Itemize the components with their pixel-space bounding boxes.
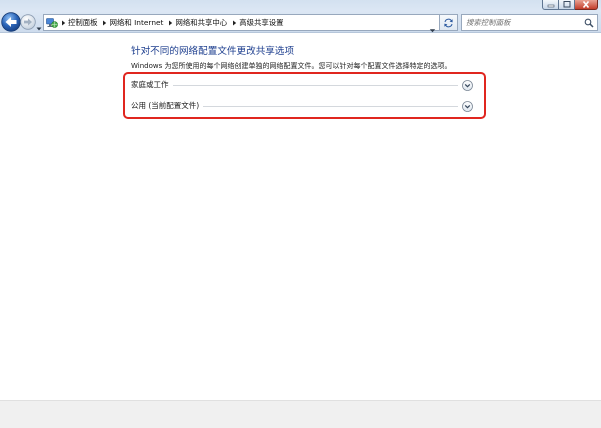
- profile-public[interactable]: 公用 (当前配置文件): [131, 100, 473, 112]
- breadcrumb-separator[interactable]: [58, 18, 68, 28]
- content-area: 针对不同的网络配置文件更改共享选项 Windows 为您所使用的每个网络创建单独…: [0, 34, 601, 400]
- breadcrumb-network-internet[interactable]: 网络和 Internet: [100, 18, 166, 28]
- breadcrumb-arrow-icon: [168, 20, 173, 25]
- breadcrumb-label[interactable]: 控制面板: [68, 18, 100, 28]
- address-bar[interactable]: 控制面板 网络和 Internet 网络和共享中心 高级共享设置: [43, 14, 440, 33]
- profile-divider: [172, 84, 458, 86]
- profile-home-work[interactable]: 家庭或工作: [131, 79, 473, 91]
- window-controls: [542, 0, 598, 10]
- network-icon: [46, 17, 58, 28]
- breadcrumb-arrow-icon: [61, 20, 65, 25]
- refresh-button[interactable]: [440, 14, 458, 31]
- navigation-bar: 控制面板 网络和 Internet 网络和共享中心 高级共享设置: [0, 11, 601, 33]
- close-icon: [582, 1, 590, 8]
- forward-arrow-icon: [20, 14, 36, 30]
- breadcrumb-arrow-icon: [232, 20, 236, 25]
- breadcrumb-control-panel[interactable]: 控制面板: [58, 18, 100, 28]
- breadcrumb-label[interactable]: 网络和共享中心: [175, 18, 229, 28]
- back-arrow-icon: [1, 12, 21, 32]
- search-box[interactable]: [461, 14, 598, 31]
- search-icon[interactable]: [584, 18, 594, 28]
- refresh-icon: [444, 18, 453, 27]
- breadcrumb-advanced-sharing[interactable]: 高级共享设置: [229, 18, 285, 28]
- minimize-button[interactable]: [542, 0, 559, 10]
- breadcrumb-arrow-icon: [103, 20, 107, 25]
- maximize-icon: [563, 1, 570, 8]
- chevron-down-icon: [36, 27, 42, 31]
- search-input[interactable]: [462, 15, 584, 30]
- forward-button[interactable]: [20, 14, 36, 30]
- maximize-button[interactable]: [559, 0, 575, 10]
- close-button[interactable]: [575, 0, 598, 10]
- breadcrumb-label[interactable]: 网络和 Internet: [110, 18, 166, 28]
- profile-label[interactable]: 公用 (当前配置文件): [131, 100, 199, 112]
- breadcrumb-label[interactable]: 高级共享设置: [239, 18, 285, 28]
- breadcrumb-separator[interactable]: [100, 18, 110, 28]
- chevron-down-circle-icon[interactable]: [462, 100, 473, 112]
- chevron-down-circle-icon[interactable]: [462, 79, 473, 91]
- title-bar: [0, 0, 601, 11]
- breadcrumb-network-sharing-center[interactable]: 网络和共享中心: [165, 18, 229, 28]
- chevron-down-icon: [429, 29, 436, 33]
- breadcrumb-separator[interactable]: [229, 18, 239, 28]
- breadcrumb-separator[interactable]: [165, 18, 175, 28]
- recent-pages-button[interactable]: [36, 18, 42, 31]
- page-title: 针对不同的网络配置文件更改共享选项: [131, 46, 295, 57]
- minimize-icon: [547, 4, 554, 7]
- page-description: Windows 为您所使用的每个网络创建单独的网络配置文件。您可以针对每个配置文…: [131, 62, 452, 70]
- footer-bar: [0, 400, 601, 428]
- address-dropdown-button[interactable]: [429, 19, 436, 33]
- back-button[interactable]: [1, 12, 21, 32]
- profile-divider: [203, 105, 458, 107]
- profile-label[interactable]: 家庭或工作: [131, 79, 169, 91]
